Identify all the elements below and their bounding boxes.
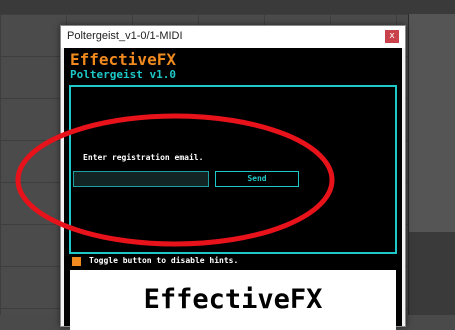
plugin-window: Poltergeist_v1-0/1-MIDI x EffectiveFX Po… [60,25,406,330]
brand-title: EffectiveFX [70,50,176,69]
logo-text: EffectiveFX [143,284,323,315]
send-button[interactable]: Send [215,171,299,187]
registration-panel: Enter registration email. Send [69,85,397,254]
daw-toolbar [0,0,455,15]
daw-side-panel [408,14,455,315]
registration-prompt: Enter registration email. [83,153,204,162]
hint-toggle-button[interactable] [72,257,81,266]
close-icon[interactable]: x [385,30,399,43]
email-field[interactable] [73,171,209,187]
plugin-ui: EffectiveFX Poltergeist v1.0 Enter regis… [64,48,402,330]
logo-panel: EffectiveFX [70,270,396,330]
window-title: Poltergeist_v1-0/1-MIDI [67,30,183,42]
window-titlebar[interactable]: Poltergeist_v1-0/1-MIDI x [61,26,405,48]
product-name: Poltergeist v1.0 [70,68,176,81]
hint-text: Toggle button to disable hints. [89,256,239,265]
